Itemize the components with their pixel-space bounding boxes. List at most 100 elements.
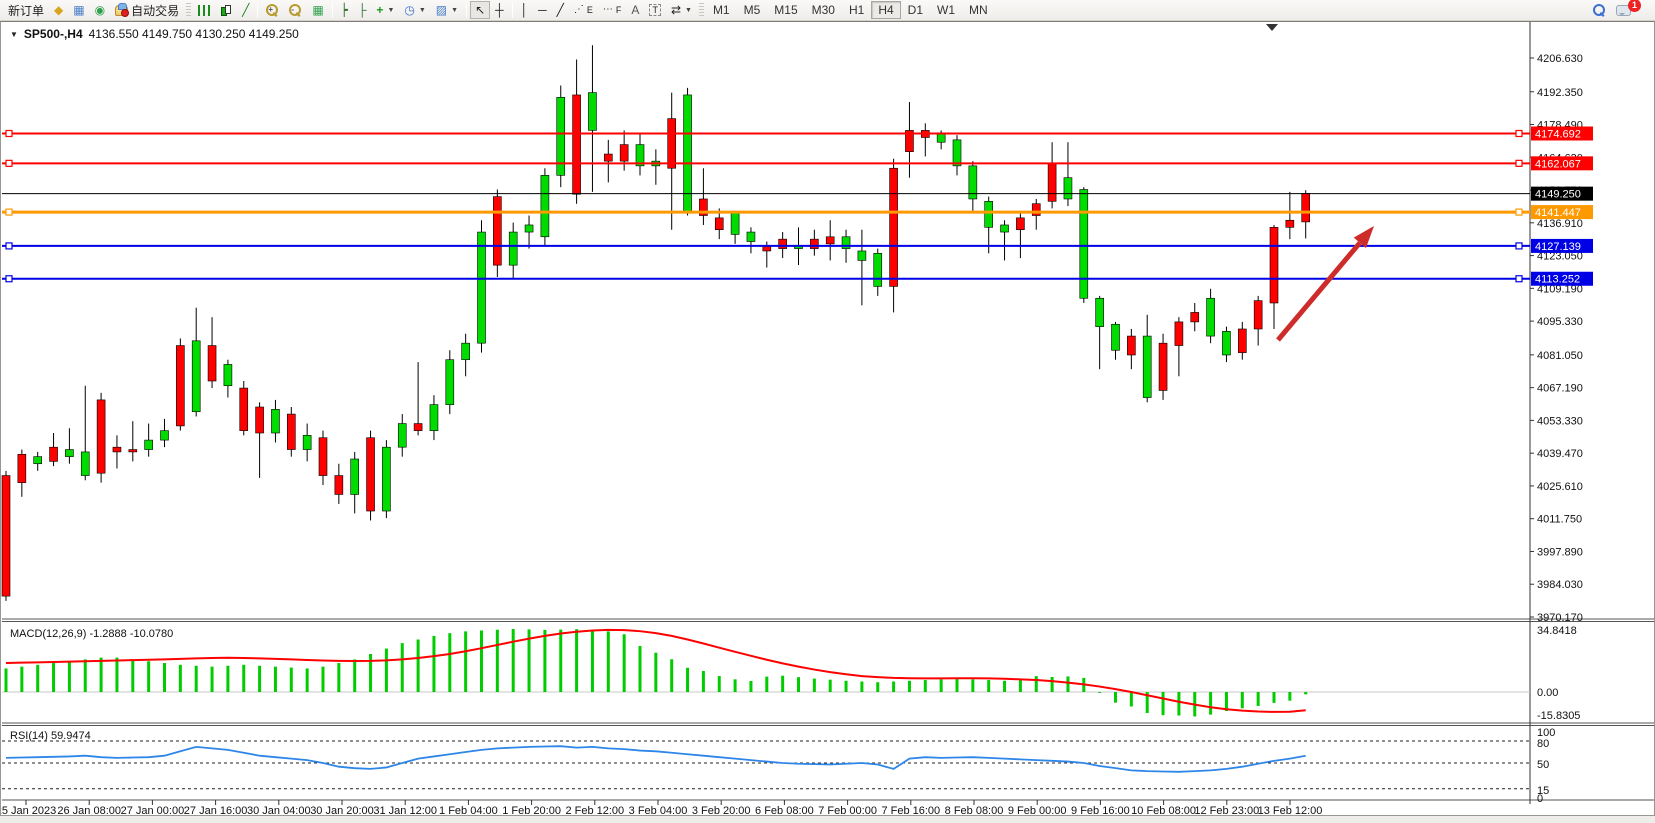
timeframe-h1[interactable]: H1: [842, 1, 871, 19]
channel-icon: ⋰: [574, 5, 584, 15]
fibonacci-tool[interactable]: ⋯F: [598, 1, 627, 19]
level-handle[interactable]: [1516, 243, 1522, 249]
level-handle[interactable]: [1516, 276, 1522, 282]
line-chart-button[interactable]: ╱: [237, 1, 254, 19]
candle-body: [2, 476, 10, 597]
toolbar-grip: [186, 3, 191, 17]
timeframe-m15[interactable]: M15: [767, 1, 804, 19]
time-axis-label: 1 Feb 04:00: [439, 805, 498, 815]
text-tool[interactable]: A: [626, 1, 644, 19]
cursor-tool-button[interactable]: ↖: [470, 1, 490, 19]
timeframe-m1[interactable]: M1: [706, 1, 737, 19]
candle-body: [509, 232, 517, 265]
add-indicator-button[interactable]: +▼: [371, 1, 399, 19]
candle-body: [1001, 225, 1009, 232]
ohlc-values: 4136.550 4149.750 4130.250 4149.250: [89, 27, 299, 41]
time-axis-label: 6 Feb 08:00: [755, 805, 814, 815]
notifications-button[interactable]: 1: [1611, 1, 1652, 19]
macd-axis-label: -15.8305: [1537, 710, 1580, 722]
candle-body: [1191, 312, 1199, 321]
level-handle[interactable]: [1516, 131, 1522, 137]
candlestick-chart-button[interactable]: [215, 1, 237, 19]
price-axis-label: 4067.190: [1537, 383, 1583, 395]
timeframe-mn[interactable]: MN: [962, 1, 995, 19]
candle-body: [208, 346, 216, 381]
level-handle[interactable]: [6, 209, 12, 215]
toolbar-separator: [257, 3, 258, 18]
dropdown-arrow-icon: ▼: [451, 7, 458, 14]
text-tool-icon: A: [631, 4, 639, 16]
candle-body: [1016, 218, 1024, 230]
candle-body: [1175, 322, 1183, 346]
crosshair-tool-button[interactable]: ┼: [490, 1, 509, 19]
timeframe-m30[interactable]: M30: [805, 1, 842, 19]
text-label-tool[interactable]: T: [644, 1, 666, 19]
candle-body: [1207, 298, 1215, 336]
timeframe-h4[interactable]: H4: [871, 1, 900, 19]
candle-body: [573, 95, 581, 194]
time-axis-label: 2 Feb 12:00: [565, 805, 624, 815]
time-axis-label: 10 Feb 08:00: [1131, 805, 1196, 815]
timeframe-d1[interactable]: D1: [901, 1, 930, 19]
level-handle[interactable]: [6, 160, 12, 166]
timeframe-m5[interactable]: M5: [737, 1, 768, 19]
main-toolbar: 新订单 ◆ ▦ ◉ 自动交易 ╱ + - ▦ ┝ ├ +▼ ◷▼ ▨▼ ↖ ┼ …: [0, 0, 1655, 21]
price-axis-label: 4025.610: [1537, 481, 1583, 493]
fibonacci-label: F: [616, 5, 622, 15]
candle-body: [715, 218, 723, 230]
search-button[interactable]: [1588, 1, 1611, 19]
level-handle[interactable]: [1516, 160, 1522, 166]
candle-body: [1254, 301, 1262, 329]
candle-body: [446, 360, 454, 405]
time-axis-label: 27 Jan 00:00: [121, 805, 185, 815]
equidistant-channel-tool[interactable]: ⋰E: [569, 1, 598, 19]
bar-chart-button[interactable]: [193, 1, 215, 19]
chart-shift-marker[interactable]: [1266, 24, 1278, 31]
price-axis-label: 4192.350: [1537, 87, 1583, 99]
auto-scroll-icon: ├: [358, 4, 367, 16]
rsi-axis-label: 0: [1537, 793, 1543, 805]
trendline-tool[interactable]: ╱: [552, 1, 569, 19]
chart-shift-button[interactable]: ┝: [336, 1, 353, 19]
new-order-button[interactable]: 新订单: [3, 1, 49, 19]
time-axis-label: 7 Feb 00:00: [818, 805, 877, 815]
candle-body: [50, 447, 58, 461]
price-axis-label: 4081.050: [1537, 350, 1583, 362]
level-handle[interactable]: [6, 243, 12, 249]
trend-arrow-line[interactable]: [1278, 243, 1360, 340]
clock-icon: ◷: [404, 4, 414, 16]
time-axis-label: 3 Feb 04:00: [629, 805, 688, 815]
metaeditor-button[interactable]: ◆: [49, 1, 68, 19]
vertical-line-tool[interactable]: │: [516, 1, 534, 19]
arrows-tool[interactable]: ⇄▼: [666, 1, 697, 19]
vertical-line-icon: │: [521, 4, 529, 16]
horizontal-line-icon: ─: [538, 4, 547, 16]
zoom-in-button[interactable]: +: [261, 1, 284, 19]
autotrading-button[interactable]: 自动交易: [110, 1, 184, 19]
price-chart[interactable]: MACD(12,26,9) -1.2888 -10.0780 RSI(14) 5…: [1, 22, 1654, 815]
signals-button[interactable]: ◉: [90, 1, 110, 19]
level-handle[interactable]: [1516, 209, 1522, 215]
timeframe-w1[interactable]: W1: [930, 1, 962, 19]
tile-windows-button[interactable]: ▦: [307, 1, 328, 19]
chevron-down-icon[interactable]: ▼: [10, 30, 18, 39]
price-axis-label: 3984.030: [1537, 579, 1583, 591]
market-watch-button[interactable]: ▦: [68, 1, 89, 19]
search-icon: [1593, 4, 1606, 17]
zoom-out-button[interactable]: -: [284, 1, 307, 19]
timeframe-toolbar: M1M5M15M30H1H4D1W1MN: [706, 1, 995, 19]
auto-scroll-button[interactable]: ├: [353, 1, 372, 19]
line-chart-icon: ╱: [242, 4, 249, 16]
level-handle[interactable]: [6, 131, 12, 137]
horizontal-line-tool[interactable]: ─: [533, 1, 552, 19]
templates-button[interactable]: ▨▼: [431, 1, 463, 19]
candle-body: [1238, 329, 1246, 353]
periods-button[interactable]: ◷▼: [399, 1, 430, 19]
candle-body: [478, 232, 486, 343]
monitor-icon: ▦: [73, 4, 84, 16]
candle-body: [1096, 298, 1104, 326]
dropdown-arrow-icon: ▼: [387, 7, 394, 14]
macd-axis-label: 0.00: [1537, 687, 1558, 699]
level-handle[interactable]: [6, 276, 12, 282]
price-badge-label: 4141.447: [1535, 207, 1581, 219]
